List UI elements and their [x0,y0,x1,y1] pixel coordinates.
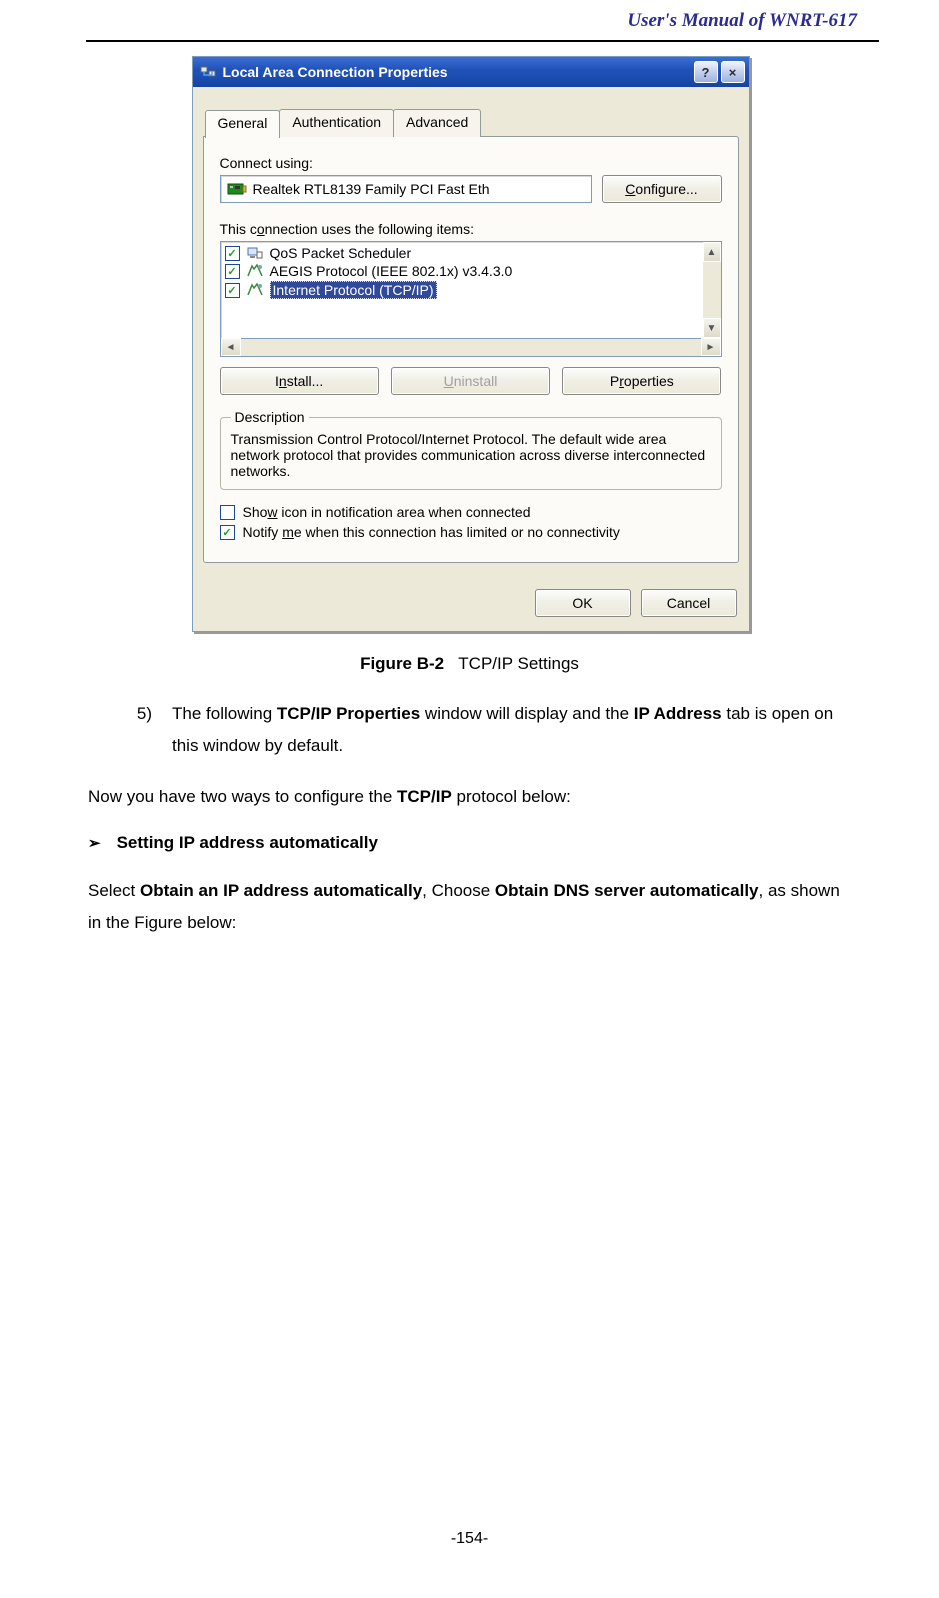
paragraph: Select Obtain an IP address automaticall… [88,875,857,940]
tab-page-general: Connect using: [203,136,739,563]
step-5: 5) The following TCP/IP Properties windo… [88,698,857,763]
figure-title: TCP/IP Settings [458,654,579,673]
paragraph: Now you have two ways to configure the T… [88,781,857,813]
protocol-icon [246,282,264,298]
bullet-icon: ➢ [88,827,101,859]
component-icon [246,245,264,261]
help-button[interactable]: ? [694,61,718,83]
list-item[interactable]: ✓ QoS Packet Scheduler [223,244,701,262]
properties-dialog: Local Area Connection Properties ? × Gen… [192,56,750,632]
close-button[interactable]: × [721,61,745,83]
vertical-scrollbar[interactable]: ▲ ▼ [703,241,722,339]
cancel-button[interactable]: Cancel [641,589,737,617]
horizontal-scrollbar[interactable]: ◄ ► [220,338,722,357]
list-item-label: QoS Packet Scheduler [270,245,412,261]
page-number: -154- [0,1530,939,1548]
scroll-right-icon[interactable]: ► [701,338,721,356]
figure-label: Figure B-2 [360,654,444,673]
install-button[interactable]: Install... [220,367,379,395]
checkbox-icon[interactable]: ✓ [225,246,240,261]
connection-icon [199,63,217,81]
dialog-button-row: OK Cancel [193,577,749,631]
list-item-selected[interactable]: ✓ Internet Protocol (TCP/IP) [223,280,701,300]
tab-advanced[interactable]: Advanced [393,109,481,137]
show-icon-checkbox-row[interactable]: Show icon in notification area when conn… [220,504,722,520]
list-item[interactable]: ✓ AEGIS Protocol (IEEE 802.1x) v3.4.3.0 [223,262,701,280]
show-icon-label: Show icon in notification area when conn… [243,504,531,520]
description-legend: Description [231,409,309,425]
checkbox-icon[interactable]: ✓ [225,283,240,298]
description-text: Transmission Control Protocol/Internet P… [231,431,711,479]
titlebar: Local Area Connection Properties ? × [193,57,749,87]
bullet-text: Setting IP address automatically [117,827,378,859]
properties-button[interactable]: Properties [562,367,721,395]
tab-row: General Authentication Advanced [203,109,739,137]
checkbox-icon[interactable]: ✓ [220,525,235,540]
tab-general[interactable]: General [205,110,281,138]
page-header: User's Manual of WNRT-617 [0,10,939,40]
items-label: This connection uses the following items… [220,221,722,237]
configure-button[interactable]: Configure... [602,175,722,203]
step-number: 5) [88,698,152,763]
bullet-item: ➢ Setting IP address automatically [88,827,857,859]
description-group: Description Transmission Control Protoco… [220,409,722,490]
dialog-title: Local Area Connection Properties [223,64,694,80]
notify-checkbox-row[interactable]: ✓ Notify me when this connection has lim… [220,524,722,540]
tab-authentication[interactable]: Authentication [279,109,394,137]
step-text: The following TCP/IP Properties window w… [172,698,857,763]
connect-using-label: Connect using: [220,155,722,171]
protocol-icon [246,263,264,279]
scroll-up-icon[interactable]: ▲ [703,242,721,262]
notify-label: Notify me when this connection has limit… [243,524,620,540]
uninstall-button[interactable]: Uninstall [391,367,550,395]
items-listbox[interactable]: ✓ QoS Packet Scheduler ✓ [220,241,704,339]
nic-icon [227,181,247,197]
adapter-field[interactable]: Realtek RTL8139 Family PCI Fast Eth [220,175,592,203]
adapter-name: Realtek RTL8139 Family PCI Fast Eth [253,181,490,197]
document-body: 5) The following TCP/IP Properties windo… [0,698,939,940]
header-rule [86,40,879,42]
scroll-down-icon[interactable]: ▼ [703,318,721,338]
list-item-label: AEGIS Protocol (IEEE 802.1x) v3.4.3.0 [270,263,513,279]
figure-caption: Figure B-2 TCP/IP Settings [0,654,939,674]
checkbox-icon[interactable]: ✓ [225,264,240,279]
list-item-label: Internet Protocol (TCP/IP) [270,281,437,299]
scroll-left-icon[interactable]: ◄ [221,338,241,356]
ok-button[interactable]: OK [535,589,631,617]
checkbox-icon[interactable] [220,505,235,520]
